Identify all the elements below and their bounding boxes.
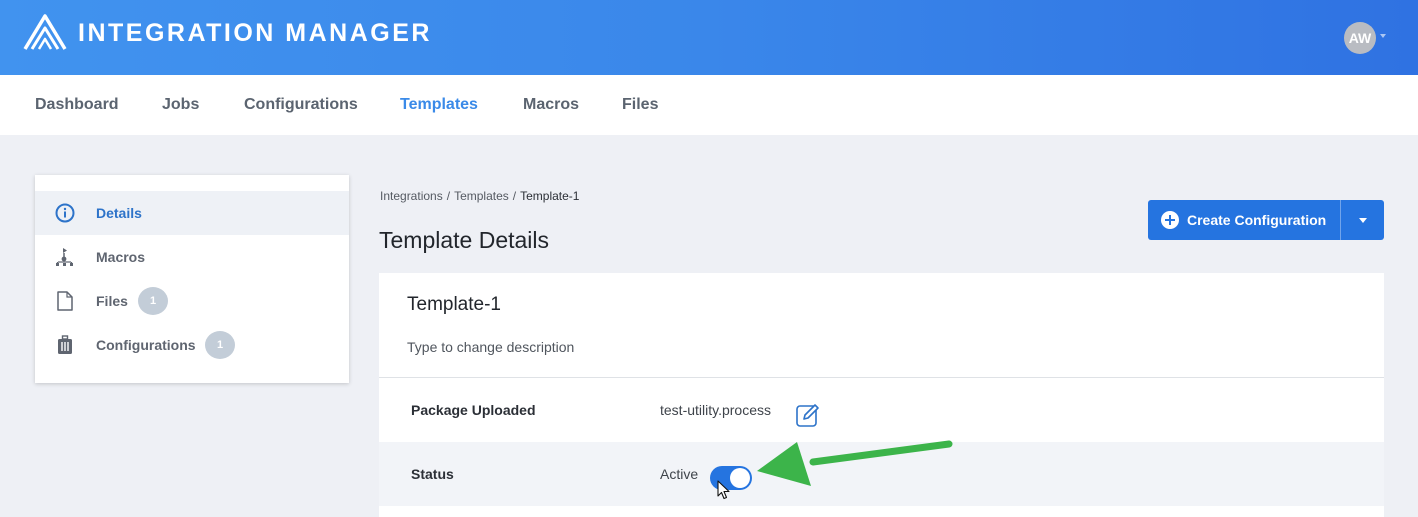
create-configuration-button[interactable]: Create Configuration [1187, 212, 1326, 228]
plus-circle-icon[interactable] [1161, 211, 1179, 229]
files-count-badge: 1 [138, 287, 168, 315]
nav-macros[interactable]: Macros [523, 96, 579, 114]
toggle-knob [730, 468, 750, 488]
package-value: test-utility.process [660, 402, 771, 418]
sidebar-item-configurations[interactable]: Configurations 1 [35, 323, 349, 367]
page-title: Template Details [379, 227, 550, 253]
user-avatar[interactable]: AW [1344, 22, 1376, 54]
nav-dashboard[interactable]: Dashboard [35, 96, 119, 114]
nav-files[interactable]: Files [622, 96, 658, 114]
info-icon [55, 203, 75, 223]
configurations-count-badge: 1 [205, 331, 235, 359]
app-title: INTEGRATION MANAGER [78, 19, 432, 47]
status-label: Status [411, 466, 454, 482]
sidebar-item-label: Configurations [96, 337, 196, 353]
sidebar-item-details[interactable]: Details [35, 191, 349, 235]
nav-configurations[interactable]: Configurations [244, 96, 358, 114]
configuration-icon [58, 335, 72, 354]
breadcrumb: Integrations / Templates / Template-1 [380, 189, 580, 203]
nav-templates[interactable]: Templates [400, 96, 478, 114]
edit-icon[interactable] [795, 402, 821, 428]
breadcrumb-link-integrations[interactable]: Integrations [380, 189, 443, 203]
package-row: Package Uploaded test-utility.process [379, 378, 1384, 442]
app-header: INTEGRATION MANAGER AW [0, 0, 1418, 75]
create-options-dropdown-button[interactable] [1341, 200, 1384, 240]
breadcrumb-link-templates[interactable]: Templates [454, 189, 509, 203]
chevron-down-icon[interactable] [1380, 34, 1386, 38]
file-icon [57, 291, 73, 311]
annotation-arrow [757, 440, 953, 486]
sidebar-item-label: Details [96, 205, 142, 221]
mouse-cursor-icon [717, 480, 730, 500]
template-name[interactable]: Template-1 [407, 294, 501, 316]
main-nav: Dashboard Jobs Configurations Templates … [0, 75, 1418, 135]
sidebar-item-macros[interactable]: Macros [35, 235, 349, 279]
breadcrumb-current: Template-1 [520, 189, 580, 203]
nav-jobs[interactable]: Jobs [162, 96, 199, 114]
status-value: Active [660, 466, 699, 482]
create-configuration-split-button: Create Configuration [1148, 200, 1384, 240]
sidebar-item-label: Files [96, 293, 128, 309]
description-input[interactable]: Type to change description [407, 339, 574, 355]
app-logo-icon [23, 14, 67, 50]
macro-flow-icon [56, 248, 73, 266]
sidebar-item-label: Macros [96, 249, 146, 265]
template-sidebar: Details Macros Files 1 Configurations 1 [35, 175, 349, 383]
package-label: Package Uploaded [411, 402, 536, 418]
sidebar-item-files[interactable]: Files 1 [35, 279, 349, 323]
